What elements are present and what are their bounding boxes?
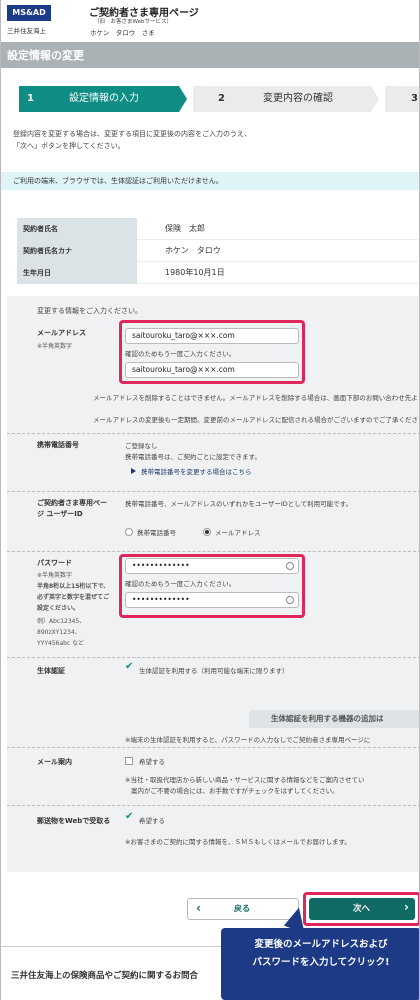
password-rule: 必ず英字と数字を混ぜてご [37, 594, 110, 601]
intro-text: 登録内容を変更する場合は、変更する項目に変更後の内容をご入力のうえ、 「次へ」ボ… [13, 128, 251, 152]
password-label: パスワード [37, 559, 72, 567]
highlight-box-email [119, 320, 305, 384]
password-rule: ※半角英数字 [37, 572, 73, 579]
mobile-change-link[interactable]: 携帯電話番号を変更する場合はこちら [141, 466, 252, 476]
chevron-left-icon: ‹ [196, 901, 201, 915]
row-value: 1980年10月1日 [137, 262, 419, 284]
email-note: ※半角英数字 [37, 343, 73, 350]
row-value: 保険 太郎 [137, 218, 419, 240]
footer: 三井住友海上の保険商品やご契約に関するお問合 [1, 946, 221, 1000]
page-title-bar: 設定情報の変更 [1, 42, 419, 68]
mail-info-note: ※当社・取扱代理店から新しい商品・サービスに関する情報などをご案内させてい [125, 776, 365, 784]
radio-email-label[interactable]: メールアドレス [215, 527, 261, 537]
radio-email[interactable] [203, 528, 211, 536]
contract-info-table: 契約者氏名 保険 太郎 契約者氏名カナ ホケン タロウ 生年月日 1980年10… [17, 218, 419, 284]
row-label: 契約者氏名 [17, 218, 137, 240]
userid-desc: 携帯電話番号、メールアドレスのいずれかをユーザーIDとして利用可能です。 [125, 500, 352, 508]
password-example: YYY456abc など [37, 640, 85, 647]
web-delivery-note: ※お客さまのご契約に関する情報を、ＳＭＳもしくはメールでお届けします。 [125, 838, 351, 846]
mail-info-section: メール案内 希望する ※当社・取扱代理店から新しい商品・サービスに関する情報など… [7, 748, 419, 806]
step-1-active: 1 設定情報の入力 [19, 86, 187, 112]
callout-text: 変更後のメールアドレスおよび パスワードを入力してクリック! [221, 936, 419, 972]
radio-mobile[interactable] [125, 528, 133, 536]
user-name: ホケン タロウ さま [90, 29, 155, 37]
step-number: 3 [411, 93, 418, 104]
mobile-desc: 携帯電話番号は、ご契約ごとに設定できます。 [125, 453, 261, 461]
highlight-box-password [119, 554, 305, 618]
userid-label: ご契約者さま専用ペー [37, 499, 107, 507]
userid-label-2: ジ ユーザーID [37, 510, 83, 518]
mail-info-note-2: 案内がご不要の場合には、お手数ですがチェックをはずしてください。 [131, 787, 339, 795]
highlight-box-next: 次へ › [303, 892, 419, 926]
next-button[interactable]: 次へ › [309, 898, 415, 920]
site-subtitle: （旧 お客さまWebサービス） [94, 19, 172, 25]
mail-info-checkbox[interactable] [125, 757, 133, 765]
table-row: 生年月日 1980年10月1日 [17, 262, 419, 284]
checkmark-icon[interactable]: ✔ [125, 661, 133, 672]
company-name: 三井住友海上 [7, 27, 46, 35]
chevron-right-icon: › [404, 900, 409, 914]
step-2: 2 変更内容の確認 [193, 86, 379, 112]
row-value: ホケン タロウ [137, 240, 419, 262]
checkmark-icon[interactable]: ✔ [125, 811, 133, 822]
biometric-checkbox-label[interactable]: 生体認証を利用する（利用可能な端末に限ります） [139, 665, 289, 675]
back-button-label: 戻る [234, 904, 250, 913]
password-example: 890zXY1234、 [37, 629, 81, 636]
password-rule: 設定ください。 [37, 605, 80, 612]
userid-section: ご契約者さま専用ペー ジ ユーザーID 携帯電話番号、メールアドレスのいずれかを… [7, 492, 419, 552]
triangle-right-icon [131, 468, 136, 474]
biometric-notice: ご利用の端末、ブラウザでは、生体認証はご利用いただけません。 [1, 172, 419, 190]
web-delivery-checkbox-label[interactable]: 希望する [139, 815, 165, 825]
next-button-label: 次へ [353, 904, 371, 914]
biometric-label: 生体認証 [37, 667, 65, 675]
email-help-delete: メールアドレスを削除することはできません。メールアドレスを削除する場合は、画面下… [93, 394, 418, 402]
web-delivery-label: 郵送物をWebで受取る [37, 817, 111, 825]
email-label: メールアドレス [37, 329, 86, 337]
table-row: 契約者氏名カナ ホケン タロウ [17, 240, 419, 262]
row-label: 生年月日 [17, 262, 137, 284]
step-number: 1 [27, 93, 34, 104]
step-indicator: 1 設定情報の入力 2 変更内容の確認 3 [1, 86, 419, 112]
row-label: 契約者氏名カナ [17, 240, 137, 262]
callout-line: パスワードを入力してクリック! [252, 957, 390, 968]
password-rule: 半角8桁以上15桁以下で、 [37, 583, 110, 590]
mail-info-checkbox-label[interactable]: 希望する [139, 756, 165, 766]
back-button[interactable]: ‹ 戻る [187, 898, 299, 920]
step-number: 2 [218, 93, 225, 104]
page-title: 設定情報の変更 [7, 49, 84, 62]
radio-mobile-label[interactable]: 携帯電話番号 [137, 527, 176, 537]
company-logo[interactable]: MS&AD [7, 5, 51, 21]
step-label: 変更内容の確認 [263, 93, 333, 104]
instruction-callout: 変更後のメールアドレスおよび パスワードを入力してクリック! [221, 928, 419, 1000]
settings-form: 変更する情報をご入力ください。 メールアドレス ※半角英数字 saitourok… [7, 296, 419, 872]
table-row: 契約者氏名 保険 太郎 [17, 218, 419, 240]
form-instruction: 変更する情報をご入力ください。 [37, 307, 142, 315]
mobile-section: 携帯電話番号 ご登録なし 携帯電話番号は、ご契約ごとに設定できます。 携帯電話番… [7, 434, 419, 492]
mobile-status: ご登録なし [125, 442, 158, 450]
header: MS&AD 三井住友海上 ご契約者さま専用ページ （旧 お客さまWebサービス）… [1, 0, 419, 42]
footer-text: 三井住友海上の保険商品やご契約に関するお問合 [11, 971, 199, 981]
password-example: 例）Abc12345、 [37, 618, 86, 625]
mail-info-label: メール案内 [37, 758, 72, 766]
intro-line: 登録内容を変更する場合は、変更する項目に変更後の内容をご入力のうえ、 [13, 130, 251, 138]
mobile-label: 携帯電話番号 [37, 441, 79, 449]
step-3: 3 [385, 86, 419, 112]
email-help-change: メールアドレスの変更後も一定期間、変更前のメールアドレスに配信される場合がござい… [93, 416, 418, 424]
step-label: 設定情報の入力 [69, 93, 139, 104]
add-device-button[interactable]: 生体認証を利用する機器の追加は [249, 710, 419, 728]
callout-line: 変更後のメールアドレスおよび [254, 939, 388, 950]
web-delivery-section: 郵送物をWebで受取る ✔ 希望する ※お客さまのご契約に関する情報を、ＳＭＳも… [7, 806, 419, 872]
intro-line: 「次へ」ボタンを押してください。 [13, 142, 125, 150]
biometric-section: 生体認証 ✔ 生体認証を利用する（利用可能な端末に限ります） ※端末の生体認証を… [7, 658, 419, 748]
biometric-note: ※端末の生体認証を利用すると、パスワードの入力なしでご契約者さま専用ページに [125, 736, 371, 744]
page: MS&AD 三井住友海上 ご契約者さま専用ページ （旧 お客さまWebサービス）… [0, 0, 420, 1000]
